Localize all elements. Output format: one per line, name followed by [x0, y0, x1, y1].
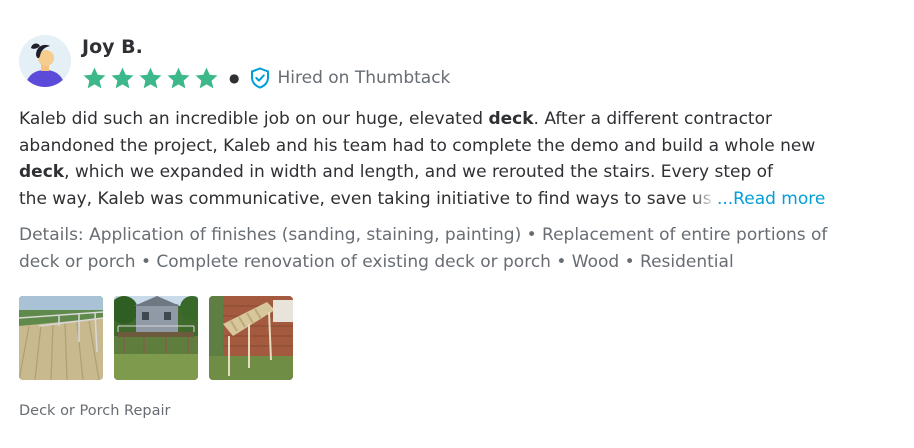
deck-photo-2[interactable]: [114, 296, 198, 380]
read-more-link[interactable]: ...Read more: [717, 189, 825, 209]
review-text-faded: us: [691, 188, 712, 209]
star-icon: [139, 67, 162, 88]
review-keyword: deck: [19, 162, 65, 182]
review-keyword: deck: [488, 109, 534, 129]
star-icon: [195, 67, 218, 88]
user-avatar-icon: [19, 35, 71, 87]
deck-photo-1[interactable]: [19, 296, 103, 380]
reviewer-avatar: [19, 35, 71, 87]
deck-photo-3[interactable]: [209, 296, 293, 380]
hired-on-thumbtack-label: Hired on Thumbtack: [277, 68, 451, 88]
separator-dot: ●: [229, 71, 240, 85]
review-last-line: the way, Kaleb was communicative, even t…: [19, 186, 839, 213]
shield-check-icon: [251, 67, 270, 89]
review-text: Kaleb did such an incredible job on our …: [19, 106, 839, 212]
star-icon: [83, 67, 106, 88]
rating-row: ● Hired on Thumbtack: [82, 64, 450, 92]
review-text-part: Kaleb did such an incredible job on our …: [19, 109, 489, 129]
reviewer-name: Joy B.: [82, 36, 143, 58]
review-photos: [19, 296, 293, 380]
project-category: Deck or Porch Repair: [19, 403, 171, 419]
review-text-part: the way, Kaleb was communicative, even t…: [19, 188, 692, 209]
star-rating: [82, 66, 219, 91]
review-details: Details: Application of finishes (sandin…: [19, 225, 828, 272]
review-text-part: , which we expanded in width and length,…: [64, 162, 774, 182]
review-card: Joy B. ● Hired on Thumbtack Kaleb did su…: [0, 0, 914, 448]
star-icon: [167, 67, 190, 88]
star-icon: [111, 67, 134, 88]
